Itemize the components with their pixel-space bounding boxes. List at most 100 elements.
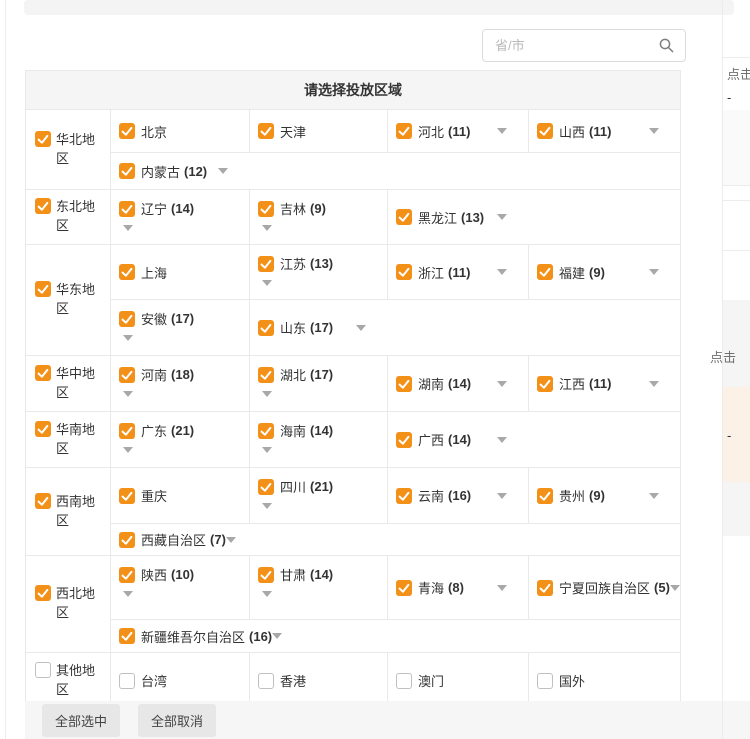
province-label[interactable]: 江西 <box>559 374 585 393</box>
province-checkbox[interactable] <box>119 532 135 548</box>
region-checkbox[interactable] <box>35 365 51 381</box>
province-label[interactable]: 新疆维吾尔自治区 <box>141 627 245 646</box>
province-label[interactable]: 辽宁 <box>141 199 167 218</box>
province-checkbox[interactable] <box>258 256 274 272</box>
province-checkbox[interactable] <box>119 488 135 504</box>
search-icon[interactable] <box>658 37 675 54</box>
province-checkbox[interactable] <box>537 264 553 280</box>
dropdown-arrow-icon[interactable] <box>497 214 507 220</box>
dropdown-arrow-icon[interactable] <box>123 391 133 397</box>
province-label[interactable]: 湖北 <box>280 365 306 384</box>
region-checkbox[interactable] <box>35 421 51 437</box>
dropdown-arrow-icon[interactable] <box>123 225 133 231</box>
dropdown-arrow-icon[interactable] <box>497 585 507 591</box>
dropdown-arrow-icon[interactable] <box>262 280 272 286</box>
dropdown-arrow-icon[interactable] <box>218 168 228 174</box>
search-input[interactable] <box>493 37 658 54</box>
province-checkbox[interactable] <box>258 320 274 336</box>
province-checkbox[interactable] <box>258 673 274 689</box>
province-checkbox[interactable] <box>396 488 412 504</box>
province-checkbox[interactable] <box>119 567 135 583</box>
dropdown-arrow-icon[interactable] <box>649 493 659 499</box>
province-checkbox[interactable] <box>537 673 553 689</box>
province-checkbox[interactable] <box>537 376 553 392</box>
province-checkbox[interactable] <box>119 163 135 179</box>
province-label[interactable]: 重庆 <box>141 486 167 505</box>
province-checkbox[interactable] <box>537 488 553 504</box>
province-label[interactable]: 北京 <box>141 122 167 141</box>
province-label[interactable]: 云南 <box>418 486 444 505</box>
province-label[interactable]: 河南 <box>141 365 167 384</box>
province-label[interactable]: 湖南 <box>418 374 444 393</box>
dropdown-arrow-icon[interactable] <box>497 437 507 443</box>
province-checkbox[interactable] <box>258 123 274 139</box>
region-label[interactable]: 华中地区 <box>56 365 102 403</box>
region-label[interactable]: 其他地区 <box>56 662 102 700</box>
province-checkbox[interactable] <box>119 264 135 280</box>
province-label[interactable]: 吉林 <box>280 199 306 218</box>
province-label[interactable]: 河北 <box>418 122 444 141</box>
province-checkbox[interactable] <box>119 123 135 139</box>
province-label[interactable]: 澳门 <box>418 671 444 690</box>
province-label[interactable]: 陕西 <box>141 565 167 584</box>
province-checkbox[interactable] <box>396 209 412 225</box>
dropdown-arrow-icon[interactable] <box>262 447 272 453</box>
province-checkbox[interactable] <box>396 123 412 139</box>
province-checkbox[interactable] <box>119 673 135 689</box>
region-label[interactable]: 华北地区 <box>56 131 102 169</box>
province-checkbox[interactable] <box>119 628 135 644</box>
province-label[interactable]: 广西 <box>418 430 444 449</box>
province-checkbox[interactable] <box>258 367 274 383</box>
dropdown-arrow-icon[interactable] <box>226 537 236 543</box>
province-label[interactable]: 内蒙古 <box>141 162 180 181</box>
cancel-all-button[interactable]: 全部取消 <box>138 704 216 737</box>
province-label[interactable]: 西藏自治区 <box>141 530 206 549</box>
province-label[interactable]: 江苏 <box>280 254 306 273</box>
province-checkbox[interactable] <box>119 367 135 383</box>
dropdown-arrow-icon[interactable] <box>497 128 507 134</box>
dropdown-arrow-icon[interactable] <box>272 633 282 639</box>
dropdown-arrow-icon[interactable] <box>356 325 366 331</box>
dropdown-arrow-icon[interactable] <box>649 269 659 275</box>
province-checkbox[interactable] <box>396 673 412 689</box>
dropdown-arrow-icon[interactable] <box>670 585 680 591</box>
region-label[interactable]: 西北地区 <box>56 585 102 623</box>
select-all-button[interactable]: 全部选中 <box>42 704 120 737</box>
dropdown-arrow-icon[interactable] <box>262 391 272 397</box>
province-label[interactable]: 浙江 <box>418 263 444 282</box>
province-label[interactable]: 安徽 <box>141 309 167 328</box>
region-checkbox[interactable] <box>35 131 51 147</box>
dropdown-arrow-icon[interactable] <box>649 128 659 134</box>
province-checkbox[interactable] <box>396 432 412 448</box>
province-checkbox[interactable] <box>537 123 553 139</box>
region-label[interactable]: 华南地区 <box>56 421 102 459</box>
province-checkbox[interactable] <box>258 567 274 583</box>
dropdown-arrow-icon[interactable] <box>262 225 272 231</box>
region-checkbox[interactable] <box>35 662 51 678</box>
province-checkbox[interactable] <box>119 423 135 439</box>
province-label[interactable]: 海南 <box>280 421 306 440</box>
province-label[interactable]: 天津 <box>280 122 306 141</box>
dropdown-arrow-icon[interactable] <box>649 381 659 387</box>
dropdown-arrow-icon[interactable] <box>262 503 272 509</box>
province-label[interactable]: 广东 <box>141 421 167 440</box>
province-label[interactable]: 宁夏回族自治区 <box>559 578 650 597</box>
region-checkbox[interactable] <box>35 493 51 509</box>
province-checkbox[interactable] <box>119 201 135 217</box>
dropdown-arrow-icon[interactable] <box>123 591 133 597</box>
province-checkbox[interactable] <box>396 376 412 392</box>
province-label[interactable]: 四川 <box>280 477 306 496</box>
region-label[interactable]: 西南地区 <box>56 493 102 531</box>
dropdown-arrow-icon[interactable] <box>123 447 133 453</box>
province-checkbox[interactable] <box>258 423 274 439</box>
province-label[interactable]: 上海 <box>141 263 167 282</box>
province-label[interactable]: 青海 <box>418 578 444 597</box>
province-checkbox[interactable] <box>396 264 412 280</box>
province-checkbox[interactable] <box>396 580 412 596</box>
province-checkbox[interactable] <box>537 580 553 596</box>
dropdown-arrow-icon[interactable] <box>497 381 507 387</box>
province-checkbox[interactable] <box>119 311 135 327</box>
province-label[interactable]: 福建 <box>559 263 585 282</box>
dropdown-arrow-icon[interactable] <box>497 493 507 499</box>
province-label[interactable]: 贵州 <box>559 486 585 505</box>
